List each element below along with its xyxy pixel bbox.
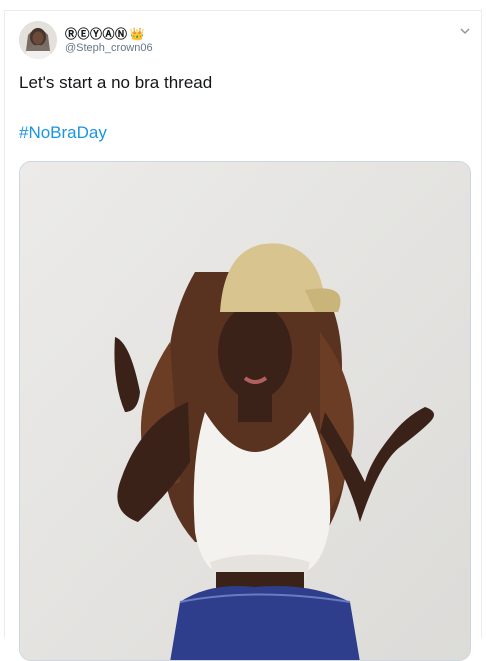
tweet-photo[interactable]: [19, 161, 471, 661]
photo-image: [20, 162, 470, 660]
tweet-card[interactable]: ⓇⒺⓎⒶⓃ 👑 @Steph_crown06 Let's start a no …: [4, 10, 482, 661]
author-row: ⓇⒺⓎⒶⓃ 👑: [65, 25, 144, 42]
chevron-down-icon[interactable]: [459, 25, 471, 37]
tweet-text: Let's start a no bra thread: [19, 73, 213, 92]
crown-icon: 👑: [129, 26, 145, 41]
avatar-image: [19, 21, 57, 59]
hashtag-link[interactable]: #NoBraDay: [19, 123, 107, 143]
avatar[interactable]: [19, 21, 57, 59]
display-name[interactable]: ⓇⒺⓎⒶⓃ: [65, 25, 128, 42]
user-handle[interactable]: @Steph_crown06: [65, 42, 153, 54]
